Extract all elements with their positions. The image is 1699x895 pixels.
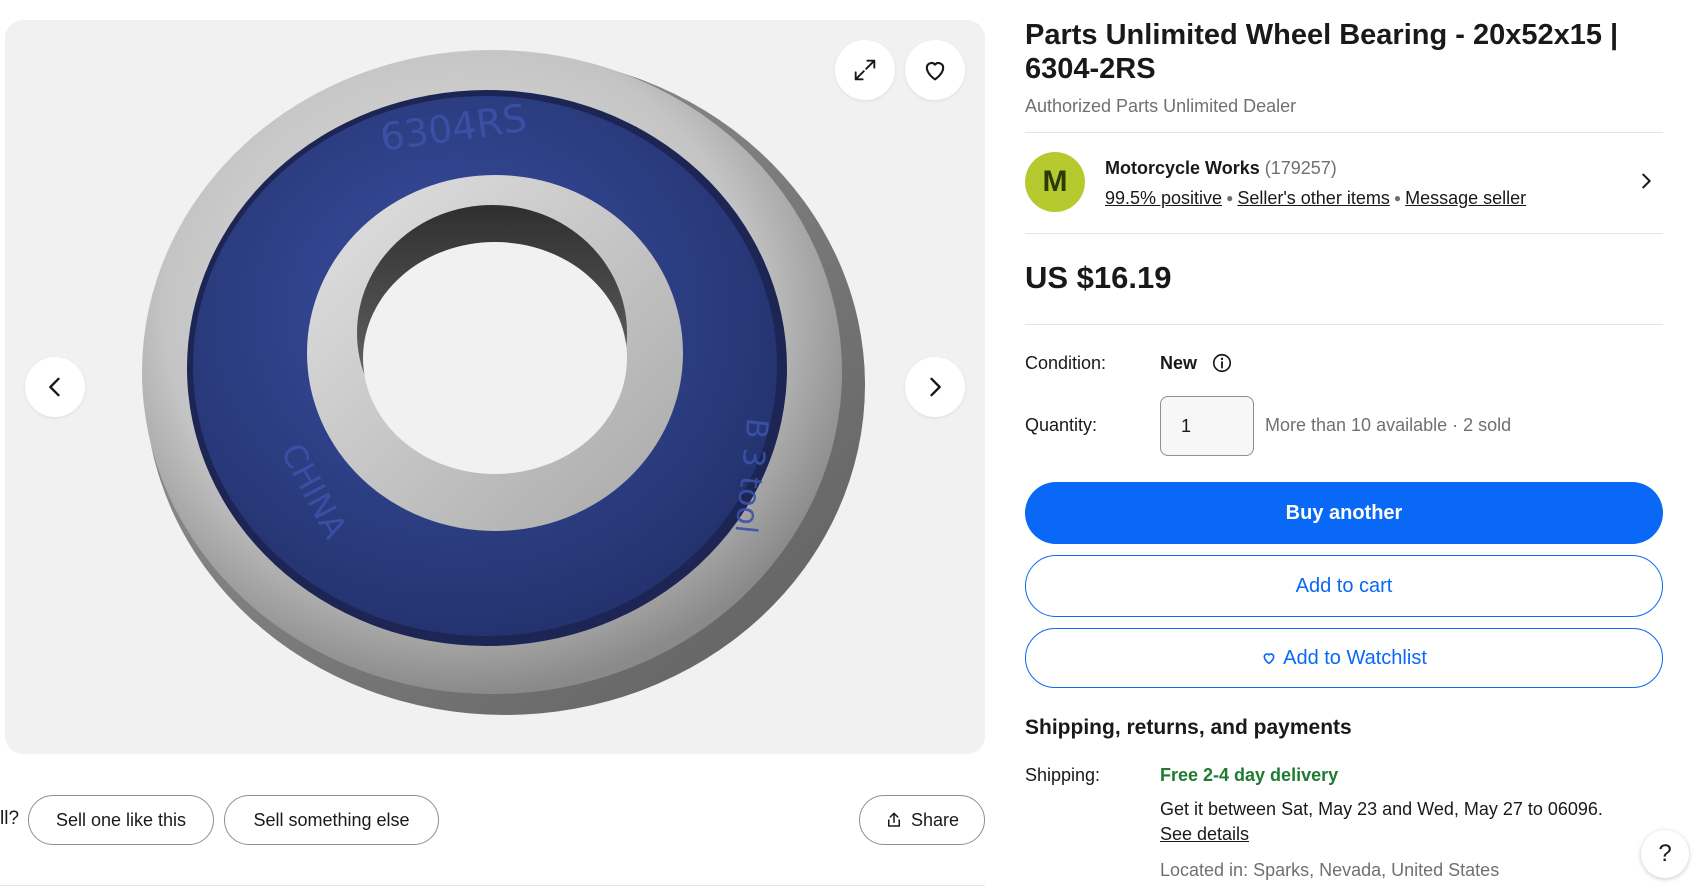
add-to-watchlist-button[interactable]: Add to Watchlist [1025,628,1663,688]
condition-label: Condition: [1025,353,1107,373]
chevron-right-icon [930,377,941,397]
heart-icon [1263,653,1275,665]
see-details-link[interactable]: See details [1160,824,1249,845]
message-seller-link[interactable]: Message seller [1405,188,1526,208]
help-button[interactable]: ? [1641,830,1689,878]
chevron-right-icon[interactable] [1635,170,1657,192]
heart-icon [925,62,945,81]
seller-other-items-link[interactable]: Seller's other items [1237,188,1390,208]
seller-name-line: Motorcycle Works (179257) [1105,158,1337,179]
shipping-section-title: Shipping, returns, and payments [1025,716,1352,739]
quantity-availability: More than 10 available · 2 sold [1265,415,1512,435]
shipping-estimate: Get it between Sat, May 23 and Wed, May … [1160,799,1603,819]
expand-icon [854,59,876,81]
share-button[interactable]: Share [859,795,985,845]
watch-heart-button[interactable] [905,40,965,100]
divider [0,885,985,886]
item-location: Located in: Sparks, Nevada, United State… [1160,860,1500,880]
condition-value: New [1160,353,1198,373]
product-image-bearing[interactable]: 6304RS CHINA B 3 tool [5,20,985,754]
shipping-label: Shipping: [1025,765,1101,785]
divider [1025,233,1663,234]
seller-card[interactable]: M Motorcycle Works (179257) 99.5% positi… [1025,152,1663,216]
quantity-label: Quantity: [1025,415,1098,435]
info-icon[interactable] [1211,352,1233,374]
shipping-free-delivery: Free 2-4 day delivery [1160,765,1339,785]
quantity-input[interactable] [1160,396,1254,456]
seller-name: Motorcycle Works [1105,158,1260,178]
share-icon [887,812,900,827]
product-title: Parts Unlimited Wheel Bearing - 20x52x15… [1025,19,1619,85]
price: US $16.19 [1025,260,1172,295]
share-label: Share [910,809,960,830]
product-image-gallery[interactable]: 6304RS CHINA B 3 tool [5,20,985,754]
sell-one-like-this-button[interactable]: Sell one like this [28,795,214,845]
separator-dot: ● [1226,191,1234,205]
divider [1025,324,1663,325]
chevron-left-icon [49,377,60,397]
divider [1025,132,1663,133]
truncated-label: ll? [0,808,20,829]
sell-something-else-button[interactable]: Sell something else [224,795,439,845]
product-subtitle: Authorized Parts Unlimited Dealer [1025,96,1297,116]
seller-feedback-count: (179257) [1264,158,1337,178]
seller-positive-link[interactable]: 99.5% positive [1105,188,1222,208]
buy-another-button[interactable]: Buy another [1025,482,1663,544]
next-image-button[interactable] [905,357,965,417]
expand-button[interactable] [835,40,895,100]
previous-image-button[interactable] [25,357,85,417]
gallery-actions-row: ll? Sell one like this Sell something el… [0,795,985,845]
seller-avatar: M [1025,152,1085,212]
add-to-watchlist-label: Add to Watchlist [1283,646,1427,669]
seller-links: 99.5% positive ● Seller's other items ● Mess… [1105,188,1526,209]
add-to-cart-button[interactable]: Add to cart [1025,555,1663,617]
separator-dot: ● [1393,191,1402,205]
